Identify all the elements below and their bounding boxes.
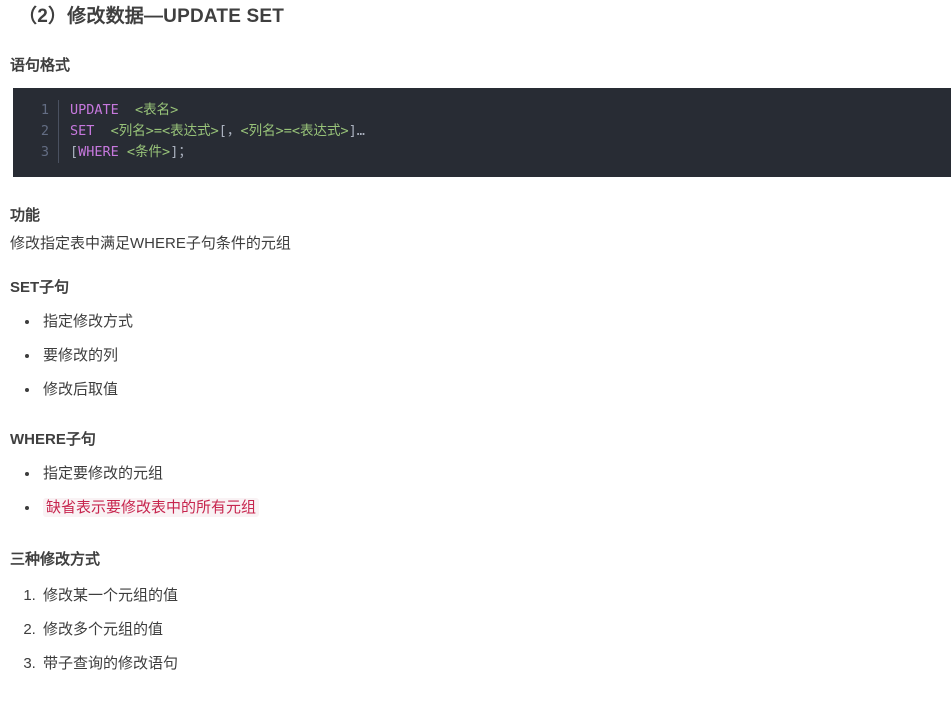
list-item: 修改多个元组的值	[40, 620, 951, 640]
code-line-content: SET <列名>=<表达式>[，<列名>=<表达式>]…	[70, 121, 365, 142]
where-clause-list: 指定要修改的元组 缺省表示要修改表中的所有元组	[0, 464, 951, 518]
code-punctuation: [，	[218, 123, 241, 139]
list-item: 缺省表示要修改表中的所有元组	[40, 498, 951, 518]
list-item: 修改某一个元组的值	[40, 586, 951, 606]
sql-placeholder: <列名>=<表达式>	[240, 123, 349, 139]
heading-three-methods: 三种修改方式	[10, 551, 101, 568]
code-line: 1 UPDATE <表名>	[13, 100, 951, 121]
heading-set-clause: SET子句	[10, 279, 70, 296]
code-punctuation	[119, 102, 135, 118]
list-item-highlighted-text: 缺省表示要修改表中的所有元组	[43, 498, 260, 517]
list-item: 修改后取值	[40, 380, 951, 400]
code-punctuation: ]；	[170, 144, 192, 160]
line-number: 3	[13, 142, 59, 163]
list-item: 指定要修改的元组	[40, 464, 951, 484]
heading-function: 功能	[10, 207, 41, 224]
heading-where-clause: WHERE子句	[10, 431, 96, 448]
list-item: 带子查询的修改语句	[40, 654, 951, 674]
function-description: 修改指定表中满足WHERE子句条件的元组	[10, 235, 291, 252]
sql-placeholder: <列名>=<表达式>	[110, 123, 219, 139]
list-item: 要修改的列	[40, 346, 951, 366]
code-punctuation: [	[70, 144, 79, 160]
code-punctuation	[94, 123, 110, 139]
code-punctuation: ]…	[348, 123, 365, 139]
sql-keyword: UPDATE	[70, 102, 119, 118]
line-number: 1	[13, 100, 59, 121]
code-line: 2 SET <列名>=<表达式>[，<列名>=<表达式>]…	[13, 121, 951, 142]
code-block-update-syntax: 1 UPDATE <表名> 2 SET <列名>=<表达式>[，<列名>=<表达…	[13, 88, 951, 177]
code-line-content: UPDATE <表名>	[70, 100, 178, 121]
list-item-text: 指定要修改的元组	[43, 465, 164, 482]
three-methods-list: 修改某一个元组的值 修改多个元组的值 带子查询的修改语句	[0, 586, 951, 674]
code-line: 3 [WHERE <条件>]；	[13, 142, 951, 163]
heading-statement-format: 语句格式	[10, 57, 71, 74]
sql-keyword: SET	[70, 123, 95, 139]
code-line-content: [WHERE <条件>]；	[70, 142, 192, 163]
page-title: （2）修改数据—UPDATE SET	[18, 6, 285, 27]
document-page: （2）修改数据—UPDATE SET 语句格式 1 UPDATE <表名> 2 …	[0, 0, 951, 708]
sql-keyword: WHERE	[78, 144, 119, 160]
set-clause-list: 指定修改方式 要修改的列 修改后取值	[0, 312, 951, 400]
code-punctuation	[119, 144, 127, 160]
list-item: 指定修改方式	[40, 312, 951, 332]
sql-placeholder: <表名>	[135, 102, 179, 118]
sql-placeholder: <条件>	[126, 144, 171, 160]
line-number: 2	[13, 121, 59, 142]
